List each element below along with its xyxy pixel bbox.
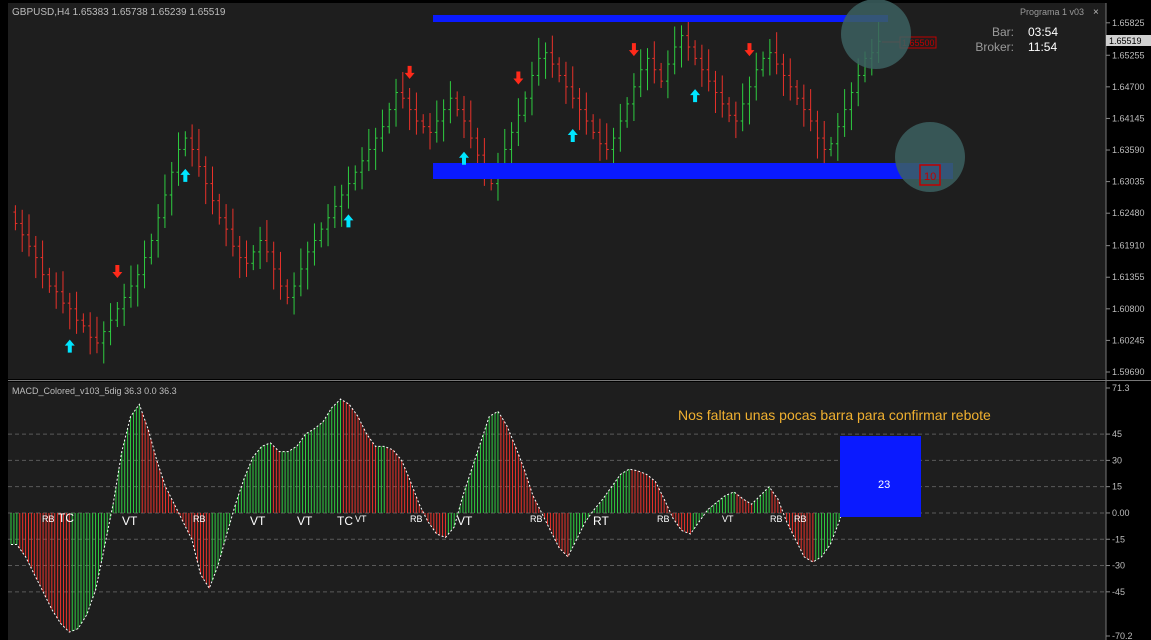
price-tick-label: 1.62480 (1112, 208, 1145, 218)
broker-time-value: 11:54 (1028, 40, 1057, 54)
macd-label: RB (530, 514, 543, 524)
macd-label: TC (58, 511, 74, 525)
support-zone (433, 163, 953, 179)
window-title: Programa 1 v03 (1020, 7, 1084, 17)
macd-label: RB (657, 514, 670, 524)
price-tick-label: 1.64145 (1112, 113, 1145, 123)
main-header: GBPUSD,H4 1.65383 1.65738 1.65239 1.6551… (12, 7, 226, 18)
macd-tick-label: -70.2 (1112, 631, 1133, 640)
bar-timer-value: 03:54 (1028, 25, 1058, 39)
indicator-header: MACD_Colored_v103_5dig 36.3 0.0 36.3 (12, 386, 177, 396)
macd-label: VT (122, 514, 138, 528)
macd-label: RT (593, 514, 609, 528)
price-panel (8, 3, 1106, 379)
price-tick-label: 1.61910 (1112, 241, 1145, 251)
price-tick-label: 1.65255 (1112, 50, 1145, 60)
broker-time-label: Broker: (975, 40, 1014, 54)
macd-label: VT (722, 514, 734, 524)
price-tick-label: 1.65825 (1112, 18, 1145, 28)
macd-tick-label: 0.00 (1112, 508, 1130, 518)
macd-label: RB (770, 514, 783, 524)
macd-label: RB (42, 514, 55, 524)
macd-tick-label: -15 (1112, 534, 1125, 544)
macd-tick-label: 15 (1112, 482, 1122, 492)
macd-label: VT (355, 514, 367, 524)
macd-tick-label: -45 (1112, 587, 1125, 597)
macd-label: VT (250, 514, 266, 528)
macd-label: VT (457, 514, 473, 528)
macd-tick-label: 45 (1112, 429, 1122, 439)
macd-tick-label: -30 (1112, 561, 1125, 571)
price-tick-label: 1.59690 (1112, 367, 1145, 377)
bar-timer-label: Bar: (992, 25, 1014, 39)
price-tick-label: 1.61355 (1112, 272, 1145, 282)
price-tick-label: 1.63590 (1112, 145, 1145, 155)
macd-tick-label: 30 (1112, 455, 1122, 465)
price-tick-label: 1.60800 (1112, 304, 1145, 314)
close-icon[interactable]: × (1093, 7, 1099, 18)
price-tick-label: 1.63035 (1112, 177, 1145, 187)
macd-label: VT (297, 514, 313, 528)
macd-label: TC (337, 514, 353, 528)
trading-chart[interactable]: RB TC VT RB VT VT TC VT RB VT RB RT RB VT RB RB 1.65825… (0, 0, 1151, 640)
histogram-highlight-box (840, 436, 921, 517)
histogram-value-label: 23 (878, 479, 890, 491)
price-tick-label: 1.60245 (1112, 335, 1145, 345)
macd-tick-label: 71.3 (1112, 383, 1130, 393)
macd-label: RB (410, 514, 423, 524)
alert-box-value: 10 (924, 171, 936, 183)
macd-label: RB (193, 514, 206, 524)
annotation-text: Nos faltan unas pocas barra para confirm… (678, 407, 991, 423)
macd-label: RB (794, 514, 807, 524)
resistance-zone (433, 15, 888, 22)
price-tick-label: 1.64700 (1112, 82, 1145, 92)
highlight-circle-top (841, 0, 911, 69)
current-price-label: 1.65519 (1109, 36, 1142, 46)
